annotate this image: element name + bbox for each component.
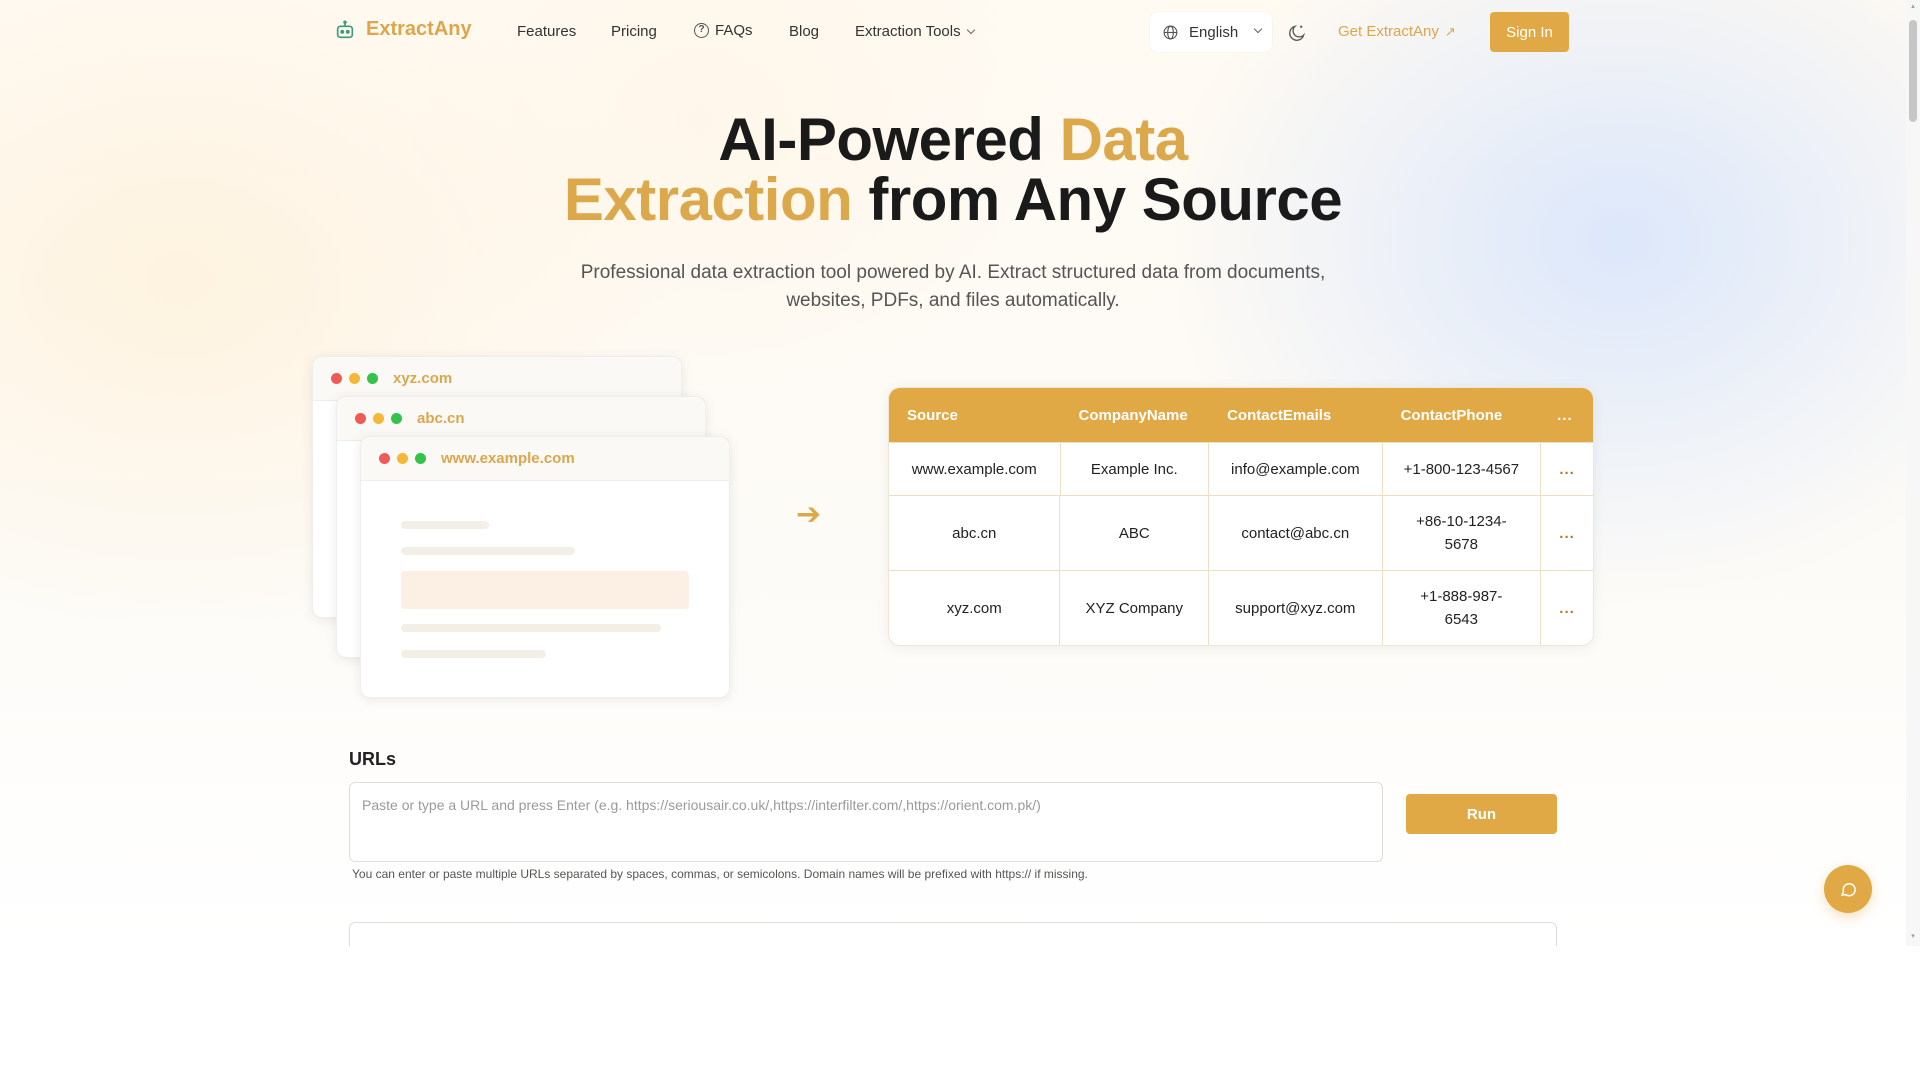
more-options-icon[interactable]: ... (1541, 443, 1593, 495)
nav-link-pricing[interactable]: Pricing (611, 23, 657, 40)
get-extractany-label: Get ExtractAny (1338, 23, 1439, 40)
table-cell: xyz.com (889, 571, 1061, 645)
hero-title-line2-b: from Any Source (852, 166, 1343, 233)
chat-button[interactable] (1824, 865, 1872, 913)
table-cell: XYZ Company (1060, 571, 1210, 645)
table-cell: +1-888-987-6543 (1383, 571, 1542, 645)
nav-link-features[interactable]: Features (517, 23, 576, 40)
moon-icon[interactable] (1287, 23, 1307, 43)
maximize-dot-icon (415, 453, 426, 464)
close-dot-icon (331, 373, 342, 384)
scrollbar-thumb[interactable] (1909, 20, 1917, 122)
table-cell: info@example.com (1209, 443, 1383, 495)
skeleton-line (401, 650, 546, 658)
minimize-dot-icon (349, 373, 360, 384)
column-header-emails: ContactEmails (1227, 406, 1332, 424)
urls-hint: You can enter or paste multiple URLs sep… (352, 867, 1088, 881)
get-extractany-link[interactable]: Get ExtractAny ↗ (1338, 23, 1456, 40)
scroll-down-icon[interactable]: ▾ (1910, 933, 1916, 940)
nav-link-faqs-label: FAQs (715, 22, 753, 39)
extraction-results-table: Source CompanyName ContactEmails Contact… (888, 387, 1594, 646)
page-viewport: ExtractAny Features Pricing ? FAQs Blog … (0, 0, 1906, 946)
language-selector[interactable]: English (1150, 12, 1272, 52)
browser-card-header: xyz.com (313, 357, 681, 401)
column-header-phone: ContactPhone (1400, 406, 1503, 424)
chat-bubble-icon (1840, 882, 1856, 897)
arrow-right-icon: ➔ (796, 498, 822, 531)
table-cell: +86-10-1234-5678 (1383, 496, 1542, 570)
robot-icon (336, 19, 354, 38)
globe-icon (1163, 25, 1178, 39)
more-options-icon[interactable]: ... (1541, 496, 1593, 570)
nav-link-blog[interactable]: Blog (789, 23, 819, 40)
sign-in-button[interactable]: Sign In (1490, 12, 1569, 52)
table-row: xyz.com XYZ Company support@xyz.com +1-8… (889, 570, 1593, 645)
browser-card-example: www.example.com (360, 436, 730, 698)
scrollbar[interactable]: ▴ ▾ (1906, 0, 1920, 946)
browser-card-url: www.example.com (441, 450, 575, 467)
column-header-source: Source (907, 406, 958, 424)
nav-link-extraction-tools[interactable]: Extraction Tools (855, 23, 975, 40)
hero-title-line1-b: Data (1059, 106, 1189, 173)
brand-name: ExtractAny (366, 18, 472, 40)
urls-input[interactable] (349, 782, 1383, 862)
hero-title: AI-Powered Data Extraction from Any Sour… (0, 110, 1906, 230)
maximize-dot-icon (367, 373, 378, 384)
browser-card-header: www.example.com (361, 437, 729, 481)
table-cell: ABC (1060, 496, 1210, 570)
column-header-company: CompanyName (1078, 406, 1188, 424)
close-dot-icon (379, 453, 390, 464)
table-cell: Example Inc. (1061, 443, 1210, 495)
table-cell: contact@abc.cn (1209, 496, 1383, 570)
skeleton-block (401, 571, 689, 609)
urls-label: URLs (349, 749, 397, 769)
minimize-dot-icon (397, 453, 408, 464)
blank-area (0, 946, 1920, 1080)
chevron-down-icon (1253, 24, 1263, 34)
browser-card-url: xyz.com (393, 370, 453, 387)
skeleton-line (401, 547, 575, 555)
brand-logo[interactable]: ExtractAny (334, 18, 472, 41)
hero-subtitle: Professional data extraction tool powere… (580, 262, 1326, 311)
table-row: abc.cn ABC contact@abc.cn +86-10-1234-56… (889, 495, 1593, 570)
top-nav: ExtractAny Features Pricing ? FAQs Blog … (0, 12, 1906, 52)
language-label: English (1189, 23, 1239, 41)
close-dot-icon (355, 413, 366, 424)
table-header: Source CompanyName ContactEmails Contact… (889, 388, 1593, 442)
hero-title-line2-a: Extraction (563, 166, 853, 233)
skeleton-line (401, 521, 489, 529)
nav-link-extraction-tools-label: Extraction Tools (855, 23, 961, 40)
scroll-up-icon[interactable]: ▴ (1910, 3, 1916, 10)
table-cell: www.example.com (889, 443, 1061, 495)
chevron-down-icon (966, 25, 975, 35)
browser-card-header: abc.cn (337, 397, 705, 441)
table-row: www.example.com Example Inc. info@exampl… (889, 442, 1593, 495)
maximize-dot-icon (391, 413, 402, 424)
more-options-icon[interactable]: ... (1541, 571, 1593, 645)
nav-link-faqs[interactable]: ? FAQs (694, 22, 753, 39)
column-header-more: ... (1557, 406, 1573, 424)
skeleton-line (401, 624, 661, 632)
browser-card-url: abc.cn (417, 410, 465, 427)
next-section-box (349, 922, 1557, 946)
external-arrow-icon: ↗ (1444, 23, 1456, 39)
table-cell: +1-800-123-4567 (1383, 443, 1542, 495)
run-button[interactable]: Run (1406, 794, 1557, 834)
table-cell: support@xyz.com (1209, 571, 1383, 645)
table-cell: abc.cn (889, 496, 1061, 570)
question-circle-icon: ? (694, 23, 709, 38)
hero-title-line1-a: AI-Powered (718, 106, 1060, 173)
minimize-dot-icon (373, 413, 384, 424)
